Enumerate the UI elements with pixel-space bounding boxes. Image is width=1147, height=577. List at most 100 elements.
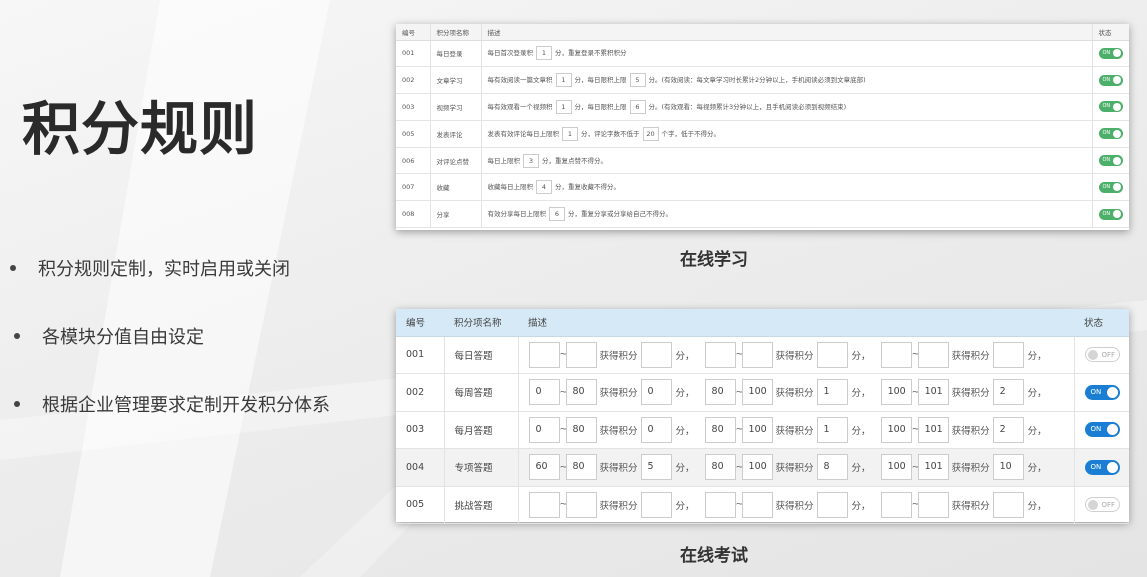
points-input[interactable]: 1 [816,416,848,443]
points-input[interactable] [640,341,672,368]
row-id: 006 [396,147,431,175]
points-input[interactable]: 10 [992,454,1024,481]
range-min-input[interactable]: 100 [880,379,912,406]
range-min-input[interactable]: 100 [880,416,912,443]
range-min-input[interactable]: 80 [704,379,736,406]
range-max-input[interactable]: 80 [565,379,597,406]
range-min-input[interactable]: 80 [704,416,736,443]
points-input[interactable] [992,491,1024,518]
range-min-input[interactable]: 80 [704,454,736,481]
row-name: 专项答题 [444,448,519,487]
points-input[interactable]: 1 [555,73,572,88]
learning-points-table: 编号 积分项名称 描述 状态 001 每日登录 每日首次登录积 1 分，重复登录不累积积… [396,24,1129,229]
points-input[interactable]: 1 [555,99,572,114]
limit-input[interactable]: 5 [629,73,646,88]
range-min-input[interactable]: 0 [528,416,560,443]
row-id: 004 [396,448,445,487]
range-max-input[interactable]: 101 [917,454,949,481]
table-row: 002 文章学习 每有效阅读一篇文章积 1 分，每日限积上限 5 分。(有效阅读：每文章学习… [396,66,1129,95]
description-text: 分，重复登录不累积积分 [555,49,627,58]
status-toggle[interactable]: ON [1098,101,1123,113]
points-unit: 分， [675,425,695,437]
limit-input[interactable]: 6 [629,99,646,114]
row-status: ON [1074,411,1129,449]
range-max-input[interactable]: 80 [565,454,597,481]
description-text: 个字，低于不得分。 [661,129,721,138]
range-max-input[interactable] [565,341,597,368]
range-max-input[interactable]: 100 [741,416,773,443]
row-description: 每有效观看一个视频积 1 分，每日限积上限 6 分。(有效观看：每视频累计3分钟以上，且… [481,93,1093,121]
range-max-input[interactable]: 100 [741,379,773,406]
status-toggle[interactable]: OFF [1084,497,1120,513]
points-input[interactable]: 1 [816,379,848,406]
row-status: ON [1092,200,1129,229]
points-unit: 分， [675,500,695,512]
description-text: 分，评论字数不低于 [581,129,640,138]
points-input[interactable]: 1 [536,46,552,61]
row-status: ON [1092,120,1129,148]
points-input[interactable]: 2 [992,379,1024,406]
points-label: 获得积分 [775,500,814,512]
points-input[interactable]: 0 [640,379,672,406]
range-max-input[interactable]: 101 [917,379,949,406]
status-toggle[interactable]: ON [1098,208,1123,220]
points-label: 获得积分 [599,350,638,362]
points-unit: 分， [1027,463,1047,475]
range-min-input[interactable]: 0 [528,379,560,406]
feature-item: 积分规则定制，实时启用或关闭 [10,255,290,281]
table-header-row: 编号 积分项名称 描述 状态 [396,24,1129,41]
description-text: 分，重复点赞不得分。 [542,156,607,165]
range-max-input[interactable]: 100 [741,454,773,481]
status-toggle[interactable]: OFF [1084,347,1120,363]
row-id: 003 [396,411,445,449]
feature-item: 各模块分值自由设定 [14,323,204,349]
status-toggle[interactable]: ON [1084,384,1120,400]
range-max-input[interactable] [917,491,949,518]
row-name: 挑战答题 [444,486,519,524]
range-max-input[interactable] [917,341,949,368]
range-min-input[interactable] [704,341,736,368]
points-unit: 分， [851,500,871,512]
points-input[interactable]: 3 [523,153,539,168]
row-status: OFF [1074,486,1129,524]
points-input[interactable] [816,341,848,368]
range-max-input[interactable] [565,491,597,518]
limit-input[interactable]: 20 [642,126,659,141]
row-status: ON [1092,40,1129,68]
points-input[interactable]: 1 [562,126,578,141]
points-input[interactable] [816,491,848,518]
points-input[interactable]: 6 [549,207,565,222]
range-max-input[interactable]: 101 [917,416,949,443]
status-toggle[interactable]: ON [1084,459,1120,475]
range-min-input[interactable]: 100 [880,454,912,481]
range-min-input[interactable] [704,491,736,518]
range-max-input[interactable] [741,341,773,368]
range-min-input[interactable] [880,491,912,518]
status-toggle[interactable]: ON [1098,74,1123,86]
points-label: 获得积分 [951,463,990,475]
points-input[interactable]: 4 [536,180,552,195]
status-toggle[interactable]: ON [1098,128,1123,140]
points-input[interactable]: 8 [816,454,848,481]
points-input[interactable]: 5 [640,454,672,481]
learning-caption: 在线学习 [680,250,748,270]
range-min-input[interactable]: 60 [528,454,560,481]
status-toggle[interactable]: ON [1084,422,1120,438]
range-max-input[interactable]: 80 [565,416,597,443]
table-row: 003 每月答题 0 ~80 获得积分 0 分， 80 ~100 获得积分 1 分， 100 ~101 获得… [396,411,1129,449]
row-description: 每日首次登录积 1 分，重复登录不累积积分 [481,40,1093,68]
range-max-input[interactable] [741,491,773,518]
range-min-input[interactable] [528,341,560,368]
points-input[interactable]: 2 [992,416,1024,443]
row-id: 002 [396,373,445,412]
points-input[interactable] [640,491,672,518]
range-min-input[interactable] [528,491,560,518]
status-toggle[interactable]: ON [1098,181,1123,193]
column-header-status: 状态 [1092,24,1129,41]
points-input[interactable]: 0 [640,416,672,443]
status-toggle[interactable]: ON [1098,47,1123,59]
points-input[interactable] [992,341,1024,368]
range-min-input[interactable] [880,341,912,368]
status-toggle[interactable]: ON [1098,155,1123,167]
row-name: 每周答题 [444,373,519,412]
